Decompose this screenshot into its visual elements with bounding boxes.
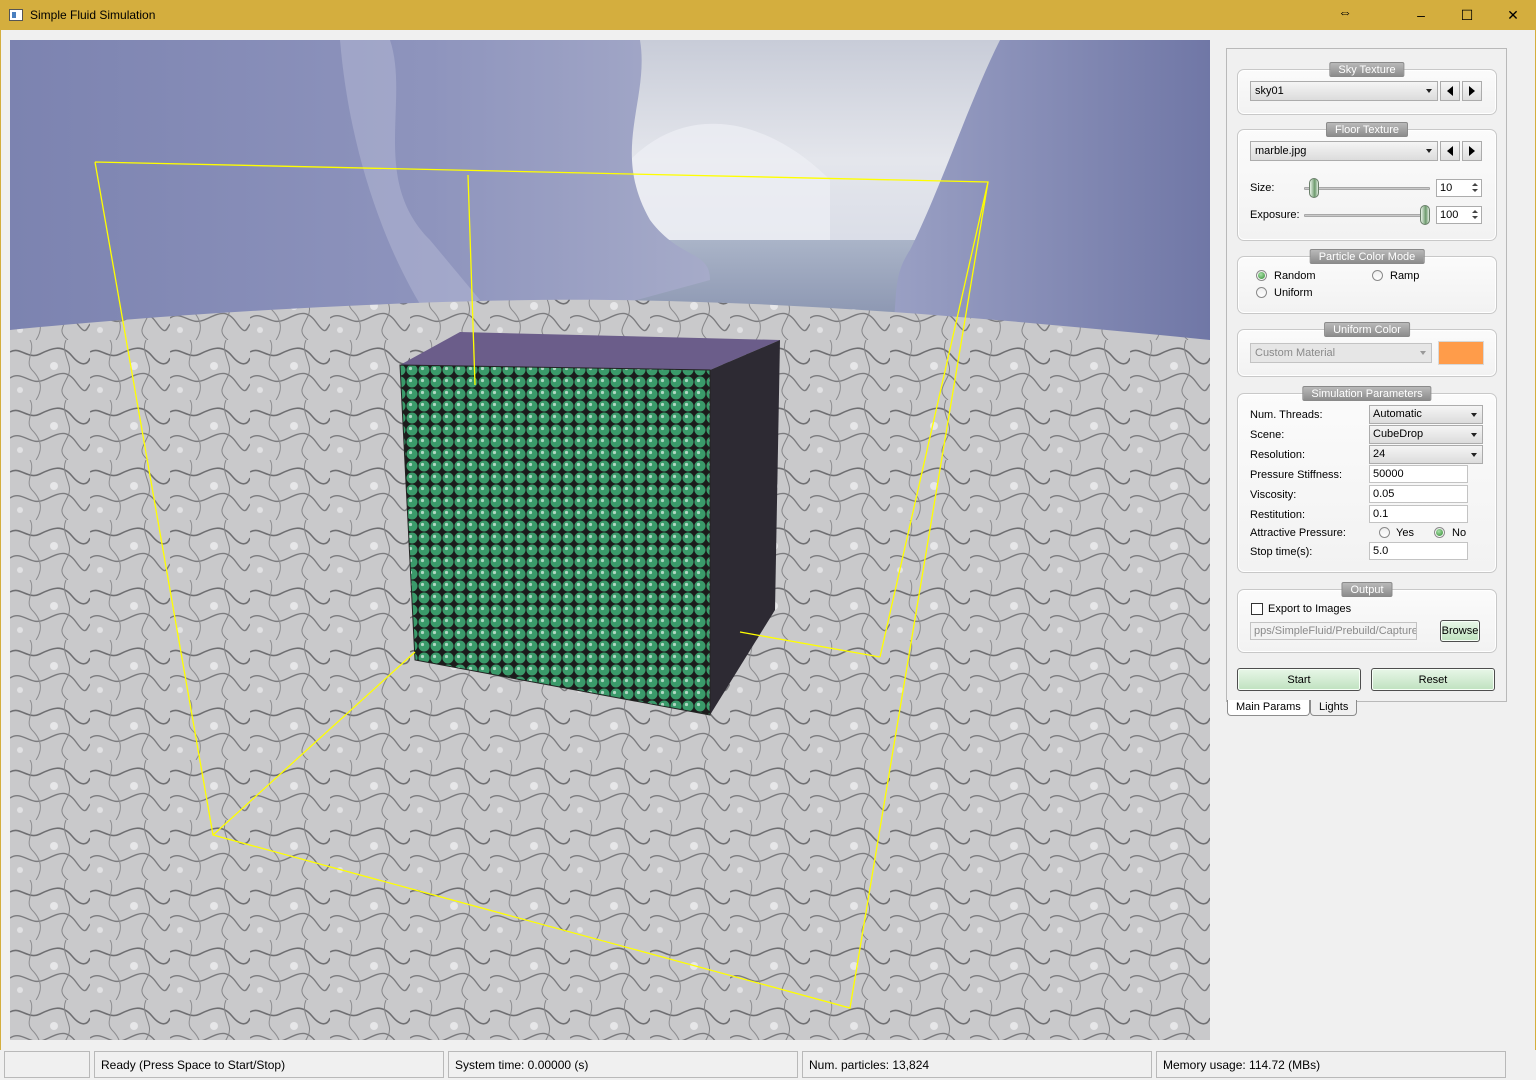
attractive-yes-label: Yes [1396, 527, 1414, 539]
uniform-color-title: Uniform Color [1324, 322, 1410, 337]
exposure-label: Exposure: [1250, 209, 1300, 221]
start-button[interactable]: Start [1237, 668, 1361, 691]
size-label: Size: [1250, 182, 1275, 194]
resolution-select[interactable]: 24 [1369, 445, 1483, 464]
scene-select[interactable]: CubeDrop [1369, 425, 1483, 444]
status-memory: Memory usage: 114.72 (MBs) [1156, 1051, 1506, 1078]
sky-texture-group: Sky Texture sky01 [1237, 62, 1497, 115]
arrow-right-icon [1469, 146, 1475, 156]
status-num-particles: Num. particles: 13,824 [802, 1051, 1152, 1078]
num-threads-value: Automatic [1373, 408, 1422, 420]
spin-up-icon[interactable] [1470, 181, 1480, 188]
spin-down-icon[interactable] [1470, 188, 1480, 195]
floor-texture-value: marble.jpg [1255, 145, 1307, 157]
pressure-stiffness-input[interactable]: 50000 [1369, 465, 1468, 483]
ramp-label: Ramp [1390, 270, 1420, 282]
random-label: Random [1274, 270, 1316, 282]
sky-prev-button[interactable] [1440, 81, 1460, 101]
reset-button[interactable]: Reset [1371, 668, 1495, 691]
exposure-slider-thumb[interactable] [1420, 205, 1430, 225]
arrow-right-icon [1469, 86, 1475, 96]
viscosity-input[interactable]: 0.05 [1369, 485, 1468, 503]
radio-uniform[interactable] [1256, 287, 1267, 298]
particle-color-mode-title: Particle Color Mode [1309, 249, 1425, 264]
window-title: Simple Fluid Simulation [30, 8, 156, 22]
viscosity-label: Viscosity: [1250, 489, 1297, 501]
sky-next-button[interactable] [1462, 81, 1482, 101]
simulation-viewport[interactable] [10, 40, 1210, 1040]
minimize-button[interactable]: – [1398, 0, 1444, 30]
floor-prev-button[interactable] [1440, 141, 1460, 161]
sky-texture-select[interactable]: sky01 [1250, 81, 1438, 101]
pressure-stiffness-label: Pressure Stiffness: [1250, 469, 1343, 481]
scene-label: Scene: [1250, 429, 1285, 441]
close-button[interactable]: ✕ [1490, 0, 1536, 30]
radio-random[interactable] [1256, 270, 1267, 281]
output-title: Output [1341, 582, 1393, 597]
uniform-color-group: Uniform Color Custom Material [1237, 322, 1497, 377]
arrow-left-icon [1447, 86, 1453, 96]
status-empty-cell [4, 1051, 90, 1078]
floor-texture-group: Floor Texture marble.jpg Size: 10 Exposu… [1237, 122, 1497, 241]
maximize-button[interactable]: ☐ [1444, 0, 1490, 30]
simulation-parameters-group: Simulation Parameters Num. Threads: Auto… [1237, 386, 1497, 573]
material-select[interactable]: Custom Material [1250, 343, 1432, 363]
size-slider-thumb[interactable] [1308, 178, 1319, 198]
export-images-label: Export to Images [1268, 603, 1352, 615]
control-panel: Sky Texture sky01 Floor Texture marble.j… [1226, 48, 1507, 702]
num-threads-label: Num. Threads: [1250, 409, 1323, 421]
status-system-time: System time: 0.00000 (s) [448, 1051, 798, 1078]
resolution-label: Resolution: [1250, 449, 1306, 461]
stop-time-input[interactable]: 5.0 [1369, 542, 1468, 560]
stop-time-label: Stop time(s): [1250, 546, 1313, 558]
material-value: Custom Material [1255, 347, 1336, 359]
output-group: Output Export to Images pps/SimpleFluid/… [1237, 582, 1497, 653]
export-images-checkbox[interactable] [1251, 603, 1263, 615]
browse-button[interactable]: Browse [1440, 620, 1480, 642]
uniform-label: Uniform [1274, 287, 1313, 299]
status-ready: Ready (Press Space to Start/Stop) [94, 1051, 444, 1078]
app-icon [9, 9, 23, 21]
floor-texture-title: Floor Texture [1326, 122, 1408, 137]
spin-down-icon[interactable] [1470, 215, 1480, 222]
radio-attractive-yes[interactable] [1379, 527, 1390, 538]
attractive-no-label: No [1452, 527, 1467, 539]
resolution-value: 24 [1373, 448, 1386, 460]
window-controls: – ☐ ✕ [1398, 0, 1536, 30]
size-spinbox[interactable]: 10 [1436, 179, 1482, 197]
tab-main-params[interactable]: Main Params [1227, 700, 1310, 716]
scene-value: CubeDrop [1373, 428, 1424, 440]
sky-texture-value: sky01 [1255, 85, 1284, 97]
radio-ramp[interactable] [1372, 270, 1383, 281]
exposure-slider-track[interactable] [1304, 214, 1430, 217]
num-threads-select[interactable]: Automatic [1369, 405, 1483, 424]
restitution-label: Restitution: [1250, 509, 1306, 521]
size-slider-track[interactable] [1304, 187, 1430, 190]
exposure-value: 100 [1440, 209, 1459, 221]
arrow-left-icon [1447, 146, 1453, 156]
tab-lights[interactable]: Lights [1310, 700, 1358, 716]
title-bar: Simple Fluid Simulation ⇔ – ☐ ✕ [0, 0, 1536, 30]
size-value: 10 [1440, 182, 1453, 194]
radio-attractive-no[interactable] [1434, 527, 1445, 538]
exposure-spinbox[interactable]: 100 [1436, 206, 1482, 224]
resize-arrows-icon[interactable]: ⇔ [1338, 4, 1352, 20]
spin-up-icon[interactable] [1470, 208, 1480, 215]
particle-color-mode-group: Particle Color Mode Random Ramp Uniform [1237, 249, 1497, 314]
status-bar: Ready (Press Space to Start/Stop) System… [0, 1050, 1536, 1080]
output-path-input[interactable]: pps/SimpleFluid/Prebuild/Capture/ [1250, 622, 1417, 640]
uniform-color-swatch[interactable] [1438, 341, 1484, 365]
floor-next-button[interactable] [1462, 141, 1482, 161]
simulation-parameters-title: Simulation Parameters [1302, 386, 1432, 401]
attractive-pressure-label: Attractive Pressure: [1250, 527, 1346, 539]
scene-render [10, 40, 1210, 1040]
floor-texture-select[interactable]: marble.jpg [1250, 141, 1438, 161]
restitution-input[interactable]: 0.1 [1369, 505, 1468, 523]
sky-texture-title: Sky Texture [1329, 62, 1405, 77]
